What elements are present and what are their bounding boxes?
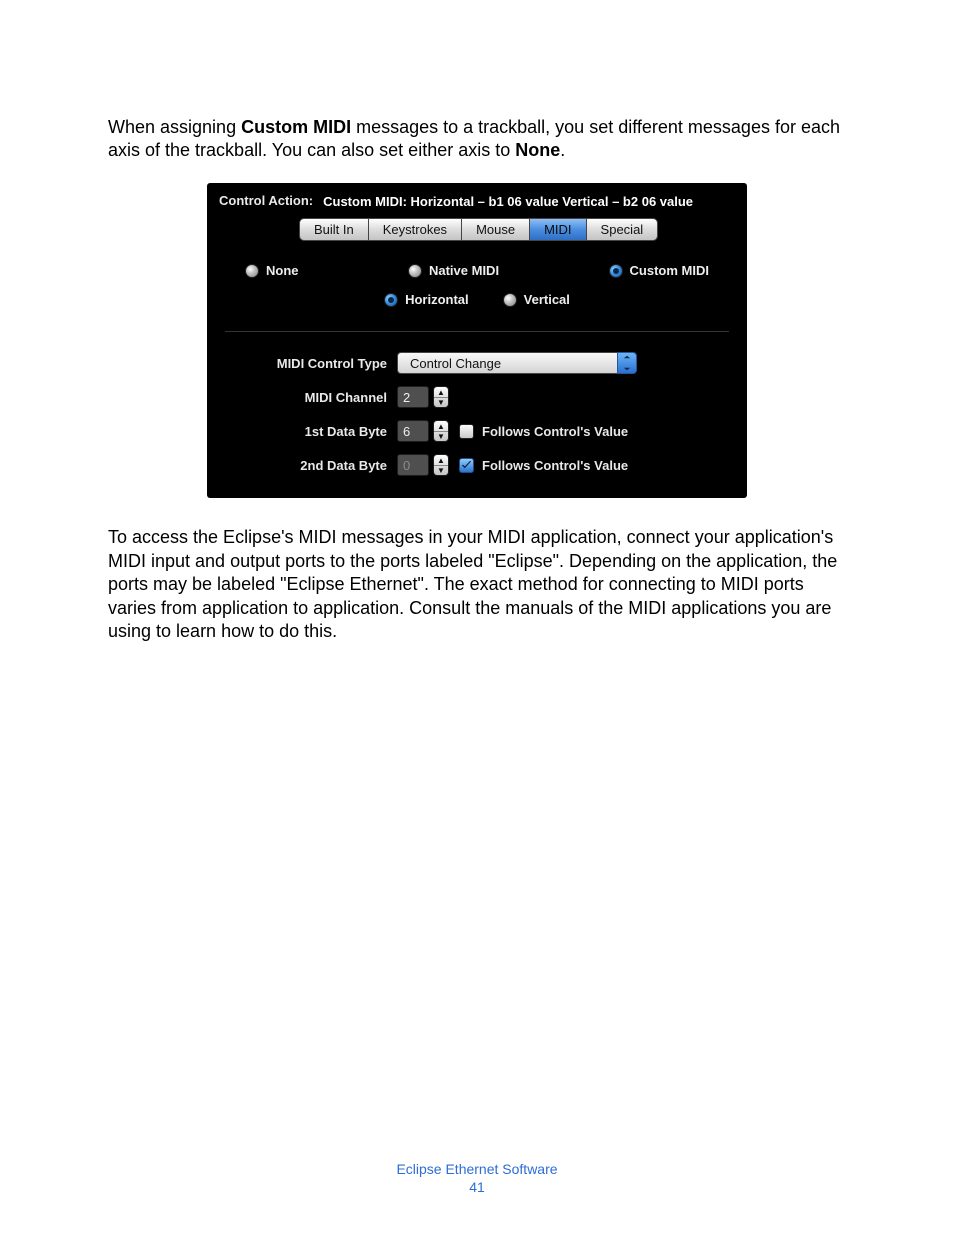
control-action-value: Custom MIDI: Horizontal – b1 06 value Ve…: [323, 193, 693, 211]
radio-dot-icon: [408, 264, 422, 278]
radio-label: Native MIDI: [429, 263, 499, 278]
radio-label: Vertical: [524, 292, 570, 307]
row-byte1: 1st Data Byte 6 ▲▼ Follows Control's Val…: [207, 414, 747, 448]
radio-none[interactable]: None: [245, 263, 299, 278]
tab-keystrokes[interactable]: Keystrokes: [368, 218, 462, 241]
radio-dot-icon: [503, 293, 517, 307]
label: 1st Data Byte: [207, 424, 387, 439]
mode-radio-row: None Native MIDI Custom MIDI: [207, 255, 747, 286]
radio-label: None: [266, 263, 299, 278]
byte2-follow-checkbox[interactable]: Follows Control's Value: [459, 458, 628, 473]
tab-mouse[interactable]: Mouse: [461, 218, 530, 241]
footer-product: Eclipse Ethernet Software: [396, 1161, 557, 1177]
stepper-arrows-icon: ▲▼: [433, 420, 449, 442]
tab-label: Mouse: [476, 222, 515, 237]
row-byte2: 2nd Data Byte 0 ▲▼ Follows Control's Val…: [207, 448, 747, 482]
select-arrow-icon: [617, 352, 637, 374]
tab-built-in[interactable]: Built In: [299, 218, 369, 241]
radio-label: Custom MIDI: [630, 263, 709, 278]
tab-bar: Built In Keystrokes Mouse MIDI Special: [207, 218, 747, 241]
radio-label: Horizontal: [405, 292, 469, 307]
divider: [225, 331, 729, 332]
checkbox-label: Follows Control's Value: [482, 424, 628, 439]
stepper-arrows-icon: ▲▼: [433, 454, 449, 476]
radio-native-midi[interactable]: Native MIDI: [408, 263, 499, 278]
midi-control-type-select[interactable]: Control Change: [397, 352, 637, 374]
tab-label: Built In: [314, 222, 354, 237]
tab-label: Keystrokes: [383, 222, 447, 237]
text-bold: None: [515, 140, 560, 160]
stepper-value: 6: [397, 420, 429, 442]
tab-special[interactable]: Special: [586, 218, 659, 241]
radio-dot-icon: [245, 264, 259, 278]
footer-page-number: 41: [0, 1179, 954, 1195]
radio-dot-icon: [609, 264, 623, 278]
radio-custom-midi[interactable]: Custom MIDI: [609, 263, 709, 278]
control-action-label: Control Action:: [219, 193, 323, 208]
axis-radio-row: Horizontal Vertical: [207, 286, 747, 315]
midi-channel-stepper[interactable]: 2 ▲▼: [397, 386, 449, 408]
select-value: Control Change: [397, 352, 617, 374]
text-bold: Custom MIDI: [241, 117, 351, 137]
stepper-arrows-icon: ▲▼: [433, 386, 449, 408]
byte1-stepper[interactable]: 6 ▲▼: [397, 420, 449, 442]
checkbox-label: Follows Control's Value: [482, 458, 628, 473]
radio-vertical[interactable]: Vertical: [503, 292, 570, 307]
text: When assigning: [108, 117, 241, 137]
stepper-value: 0: [397, 454, 429, 476]
paragraph-2: To access the Eclipse's MIDI messages in…: [108, 526, 846, 643]
row-midi-control-type: MIDI Control Type Control Change: [207, 346, 747, 380]
checkbox-box-icon: [459, 424, 474, 439]
tab-label: MIDI: [544, 222, 571, 237]
checkbox-box-icon: [459, 458, 474, 473]
row-midi-channel: MIDI Channel 2 ▲▼: [207, 380, 747, 414]
byte1-follow-checkbox[interactable]: Follows Control's Value: [459, 424, 628, 439]
paragraph-1: When assigning Custom MIDI messages to a…: [108, 116, 846, 163]
label: MIDI Control Type: [207, 356, 387, 371]
radio-horizontal[interactable]: Horizontal: [384, 292, 469, 307]
tab-label: Special: [601, 222, 644, 237]
stepper-value: 2: [397, 386, 429, 408]
text: .: [560, 140, 565, 160]
label: MIDI Channel: [207, 390, 387, 405]
radio-dot-icon: [384, 293, 398, 307]
byte2-stepper[interactable]: 0 ▲▼: [397, 454, 449, 476]
label: 2nd Data Byte: [207, 458, 387, 473]
midi-settings-panel: Control Action: Custom MIDI: Horizontal …: [207, 183, 747, 499]
tab-midi[interactable]: MIDI: [529, 218, 586, 241]
page-footer: Eclipse Ethernet Software 41: [0, 1161, 954, 1195]
panel-header: Control Action: Custom MIDI: Horizontal …: [207, 183, 747, 219]
